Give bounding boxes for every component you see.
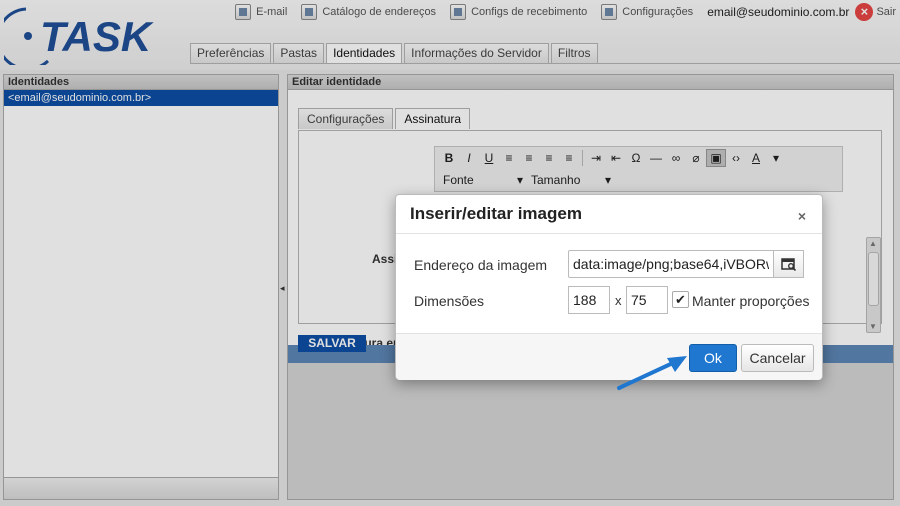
dimension-separator: x	[615, 293, 622, 308]
dialog-title: Inserir/editar imagem	[410, 204, 582, 223]
dialog-divider	[396, 233, 822, 234]
browse-icon	[780, 258, 796, 271]
close-icon[interactable]: ×	[798, 208, 806, 224]
browse-button[interactable]	[774, 250, 804, 278]
app-window: TASK E-mail Catálogo de endereços Config…	[0, 0, 900, 506]
dialog-footer: Ok Cancelar	[396, 333, 822, 380]
keep-proportions-label: Manter proporções	[692, 293, 810, 309]
keep-proportions-checkbox[interactable]: ✔	[672, 291, 689, 308]
width-input[interactable]	[568, 286, 610, 314]
cancel-button[interactable]: Cancelar	[741, 344, 814, 372]
image-url-input[interactable]	[568, 250, 774, 278]
ok-button[interactable]: Ok	[689, 344, 737, 372]
image-dialog: Inserir/editar imagem × Endereço da imag…	[395, 194, 823, 380]
checkmark-icon: ✔	[675, 291, 686, 307]
dimensions-label: Dimensões	[414, 293, 485, 309]
image-url-label: Endereço da imagem	[414, 257, 548, 273]
height-input[interactable]	[626, 286, 668, 314]
pointer-arrow-icon	[617, 356, 687, 390]
